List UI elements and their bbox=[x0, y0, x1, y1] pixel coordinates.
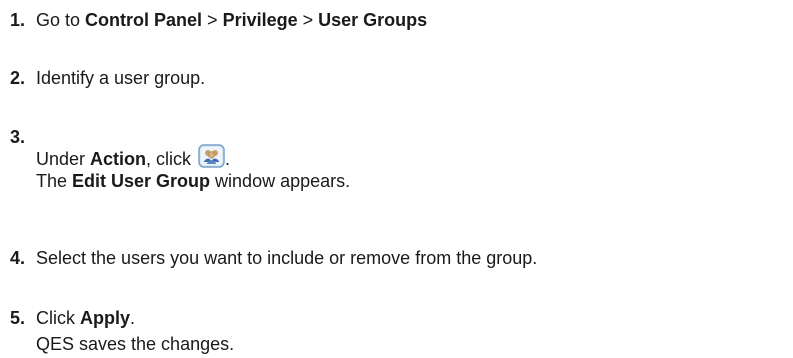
nav-privilege: Privilege bbox=[222, 10, 298, 30]
step-number: 1. bbox=[10, 10, 26, 30]
step-number: 4. bbox=[10, 248, 26, 268]
step-text: Select the users you want to include or … bbox=[36, 248, 538, 268]
step-number: 5. bbox=[10, 308, 26, 328]
nav-user-groups: User Groups bbox=[318, 10, 428, 30]
edit-user-group-icon[interactable] bbox=[198, 144, 225, 168]
step-line: The Edit User Group window appears. bbox=[36, 171, 351, 191]
step-text: Under Action, click . The Edit User Grou… bbox=[36, 144, 350, 192]
action-label: Action bbox=[90, 149, 147, 169]
step-line: Click Apply. bbox=[36, 308, 136, 328]
step-line: QES saves the changes. bbox=[36, 334, 235, 354]
step-number: 3. bbox=[10, 127, 26, 147]
apply-label: Apply bbox=[80, 308, 131, 328]
nav-control-panel: Control Panel bbox=[85, 10, 203, 30]
step-text: Click Apply. QES saves the changes. bbox=[36, 307, 234, 355]
step-line: Under Action, click . bbox=[36, 144, 350, 169]
step-text: Identify a user group. bbox=[36, 68, 206, 88]
step-3: 3. Under Action, click . The Edit User G… bbox=[10, 126, 793, 206]
step-text: Go to Control Panel > Privilege > User G… bbox=[36, 10, 428, 30]
step-number: 2. bbox=[10, 68, 26, 88]
procedure-steps: 1. Go to Control Panel > Privilege > Use… bbox=[0, 0, 793, 358]
window-name: Edit User Group bbox=[72, 171, 211, 191]
